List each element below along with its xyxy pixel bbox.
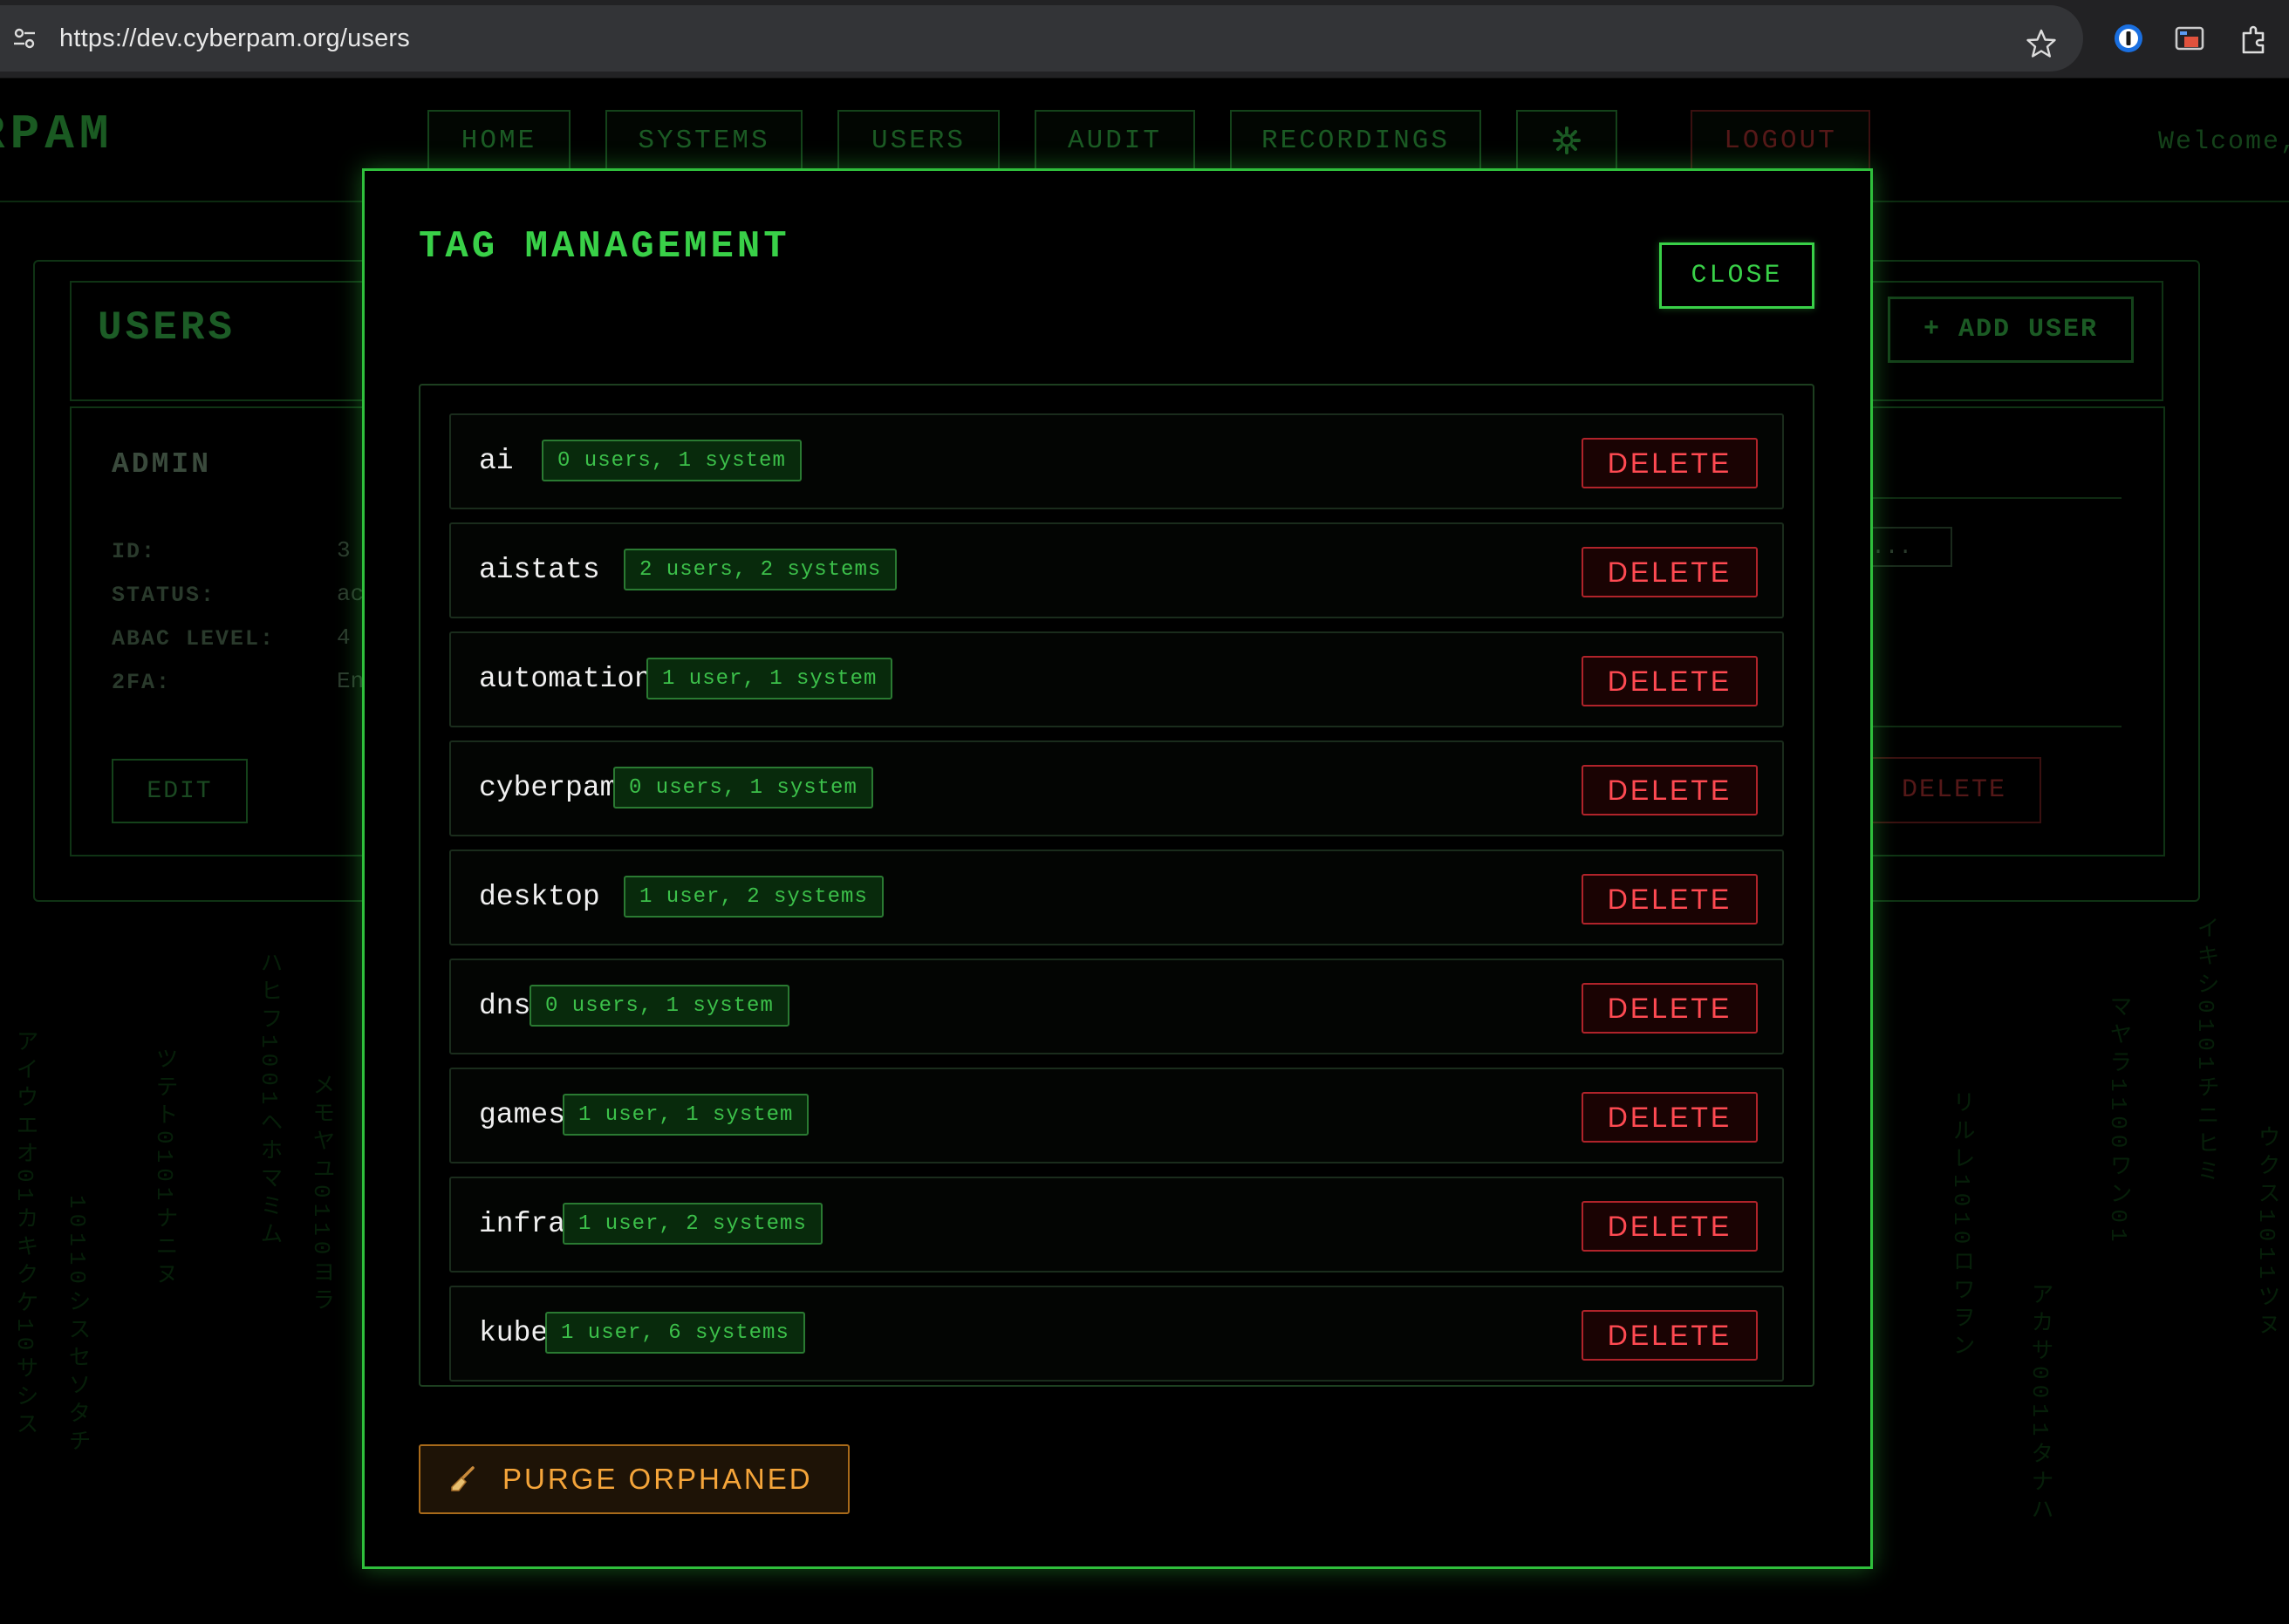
tag-row: games 1 user, 1 system DELETE [449, 1068, 1784, 1163]
tag-usage-badge: 1 user, 1 system [563, 1094, 810, 1136]
users-title: USERS [98, 305, 236, 351]
tag-usage-badge: 1 user, 6 systems [545, 1312, 805, 1354]
field-label: ID: [112, 539, 157, 564]
tag-row: ai 0 users, 1 system DELETE [449, 413, 1784, 509]
logout-button[interactable]: LOGOUT [1691, 110, 1870, 171]
delete-tag-button[interactable]: DELETE [1582, 874, 1758, 925]
browser-toolbar: https://dev.cyberpam.org/users [0, 0, 2289, 78]
tag-usage-badge: 2 users, 2 systems [624, 549, 898, 590]
field-value: 3 [337, 537, 351, 563]
purge-orphaned-button[interactable]: PURGE ORPHANED [419, 1444, 850, 1514]
add-user-button[interactable]: + ADD USER [1888, 297, 2134, 363]
delete-tag-button[interactable]: DELETE [1582, 438, 1758, 488]
app-logo: RPAM [0, 106, 114, 162]
matrix-rain: アカサ0011タナハ [2026, 1282, 2053, 1525]
cast-icon[interactable] [2172, 21, 2207, 56]
gear-icon [1553, 126, 1581, 154]
matrix-rain: アイウエオ01カキクケ10サシス [11, 1029, 38, 1440]
tag-name: infra [479, 1208, 566, 1240]
welcome-text: Welcome, [2158, 127, 2289, 157]
site-settings-icon[interactable] [10, 24, 38, 52]
tag-row: infra 1 user, 2 systems DELETE [449, 1177, 1784, 1273]
tag-row: kube 1 user, 6 systems DELETE [449, 1286, 1784, 1382]
tag-name: ai [479, 445, 514, 477]
field-label: ABAC LEVEL: [112, 626, 276, 652]
card-divider [1867, 726, 2122, 727]
address-bar[interactable]: https://dev.cyberpam.org/users [0, 5, 2083, 72]
matrix-rain: ウクス1011ツヌ [2253, 1125, 2279, 1341]
nav-systems[interactable]: SYSTEMS [605, 110, 803, 171]
close-button[interactable]: CLOSE [1659, 242, 1814, 309]
matrix-rain: メモヤユ0110ヨラ [308, 1073, 334, 1316]
delete-tag-button[interactable]: DELETE [1582, 765, 1758, 815]
matrix-rain: ハヒフ1001ヘホマミム [256, 951, 282, 1250]
matrix-rain: イキシ0101チニヒミ [2192, 916, 2218, 1187]
field-value: En [337, 668, 365, 694]
bookmark-star-icon[interactable] [2026, 28, 2057, 59]
tag-name: kube [479, 1317, 549, 1349]
delete-tag-button[interactable]: DELETE [1582, 1201, 1758, 1252]
password-manager-icon[interactable] [2111, 21, 2146, 56]
tag-usage-badge: 1 user, 1 system [646, 658, 893, 699]
tag-row: automation 1 user, 1 system DELETE [449, 631, 1784, 727]
tag-usage-badge: 0 users, 1 system [542, 440, 802, 481]
field-value: 4 [337, 624, 351, 651]
matrix-rain: ツテト0101ナニヌ [151, 1047, 177, 1290]
extensions-puzzle-icon[interactable] [2237, 21, 2272, 56]
tag-row: cyberpam 0 users, 1 system DELETE [449, 740, 1784, 836]
tag-name: dns [479, 990, 531, 1022]
tag-name: games [479, 1099, 566, 1131]
edit-user-button[interactable]: EDIT [112, 759, 248, 823]
url-host: https://dev.cyberpam.org [59, 24, 340, 52]
delete-user-button[interactable]: DELETE [1867, 757, 2041, 823]
delete-tag-button[interactable]: DELETE [1582, 983, 1758, 1034]
nav-home[interactable]: HOME [427, 110, 571, 171]
tag-row: aistats 2 users, 2 systems DELETE [449, 522, 1784, 618]
matrix-rain: マヤラ1100ワン01 [2105, 994, 2131, 1247]
tag-row: desktop 1 user, 2 systems DELETE [449, 850, 1784, 945]
nav-users[interactable]: USERS [837, 110, 1000, 171]
delete-tag-button[interactable]: DELETE [1582, 1092, 1758, 1143]
field-value: ac [337, 581, 365, 607]
tag-usage-badge: 0 users, 1 system [530, 985, 789, 1027]
broom-icon [451, 1466, 475, 1491]
tag-usage-badge: 0 users, 1 system [613, 767, 873, 809]
field-label: STATUS: [112, 583, 216, 608]
user-card-title: ADMIN [112, 448, 212, 481]
matrix-rain: 10110シスセソタチ [64, 1195, 90, 1457]
delete-tag-button[interactable]: DELETE [1582, 656, 1758, 706]
settings-button[interactable] [1516, 110, 1617, 171]
delete-tag-button[interactable]: DELETE [1582, 1310, 1758, 1361]
tag-name: aistats [479, 554, 600, 586]
tag-usage-badge: 1 user, 2 systems [624, 876, 884, 918]
tag-name: cyberpam [479, 772, 618, 804]
url-text[interactable]: https://dev.cyberpam.org/users [59, 24, 410, 53]
nav-audit[interactable]: AUDIT [1035, 110, 1195, 171]
card-divider [1867, 497, 2122, 499]
tag-name: automation [479, 663, 653, 695]
field-label: 2FA: [112, 670, 172, 695]
url-path: /users [339, 24, 410, 52]
tag-usage-badge: 1 user, 2 systems [563, 1203, 823, 1245]
tag-row: dns 0 users, 1 system DELETE [449, 959, 1784, 1054]
purge-label: PURGE ORPHANED [502, 1463, 813, 1495]
delete-tag-button[interactable]: DELETE [1582, 547, 1758, 597]
tag-name: desktop [479, 881, 600, 913]
matrix-rain: リルレ1010ロワヲン [1948, 1090, 1974, 1361]
modal-title: TAG MANAGEMENT [419, 225, 790, 269]
nav-recordings[interactable]: RECORDINGS [1230, 110, 1481, 171]
